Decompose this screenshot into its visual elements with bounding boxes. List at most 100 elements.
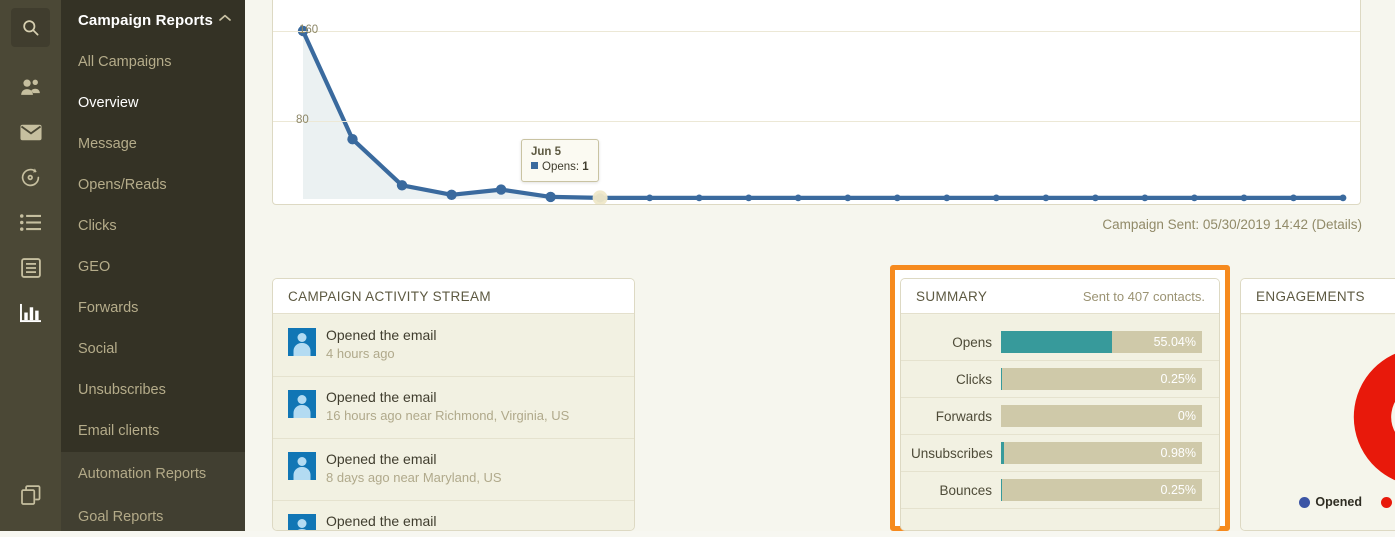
chevron-up-icon bbox=[219, 14, 231, 25]
sidebar-item-label: Opens/Reads bbox=[78, 176, 167, 193]
sidebar: Campaign Reports All Campaigns Overview … bbox=[61, 0, 245, 531]
avatar bbox=[288, 514, 316, 530]
summary-sent-note: Sent to 407 contacts. bbox=[1082, 288, 1205, 304]
sidebar-item-label: All Campaigns bbox=[78, 53, 172, 70]
summary-percent: 0.25% bbox=[1160, 372, 1196, 386]
summary-bar: 0.25% bbox=[1001, 368, 1202, 390]
summary-bar: 0% bbox=[1001, 405, 1202, 427]
summary-rows: Opens 55.04% Clicks 0.25% Forwards 0% Un… bbox=[901, 315, 1219, 530]
automation-icon-button[interactable] bbox=[11, 158, 50, 197]
sidebar-item-clicks[interactable]: Clicks bbox=[61, 205, 245, 246]
summary-percent: 55.04% bbox=[1153, 335, 1196, 349]
copy-icon-button[interactable] bbox=[11, 475, 50, 514]
sidebar-item-all-campaigns[interactable]: All Campaigns bbox=[61, 41, 245, 82]
summary-fill bbox=[1001, 331, 1112, 353]
search-icon-button[interactable] bbox=[11, 8, 50, 47]
bar-chart-icon-button[interactable] bbox=[11, 293, 50, 332]
contacts-icon-button[interactable] bbox=[11, 68, 50, 107]
engagements-panel-header: ENGAGEMENTS bbox=[1241, 279, 1395, 314]
tooltip-value: 1 bbox=[582, 161, 589, 173]
sidebar-item-label: GEO bbox=[78, 258, 111, 275]
activity-title: Opened the email bbox=[326, 389, 437, 405]
list-item[interactable]: Opened the email 16 hours ago near Richm… bbox=[273, 377, 634, 439]
summary-row-bounces[interactable]: Bounces 0.25% bbox=[901, 472, 1219, 509]
sidebar-item-overview[interactable]: Overview bbox=[61, 82, 245, 123]
tooltip-swatch-icon bbox=[531, 162, 538, 170]
legend-dot-unopened bbox=[1380, 496, 1392, 508]
copy-icon bbox=[20, 484, 41, 505]
sidebar-item-label: Clicks bbox=[78, 217, 117, 234]
summary-percent: 0.98% bbox=[1160, 446, 1196, 460]
summary-row-opens[interactable]: Opens 55.04% bbox=[901, 324, 1219, 361]
legend-item-opened[interactable]: Opened bbox=[1299, 495, 1362, 509]
summary-bar: 0.98% bbox=[1001, 442, 1202, 464]
sidebar-item-geo[interactable]: GEO bbox=[61, 246, 245, 287]
sidebar-item-label: Goal Reports bbox=[78, 508, 164, 525]
sidebar-item-forwards[interactable]: Forwards bbox=[61, 287, 245, 328]
engagements-panel: ENGAGEMENTS Opened Unopened bbox=[1240, 278, 1395, 531]
activity-list[interactable]: Opened the email 4 hours ago Opened the … bbox=[273, 315, 634, 530]
chart-tooltip: Jun 5 Opens: 1 bbox=[521, 139, 599, 182]
engagements-legend: Opened Unopened Bounced bbox=[1241, 495, 1395, 509]
search-icon bbox=[21, 18, 40, 37]
summary-fill bbox=[1001, 442, 1005, 464]
engagements-donut-chart[interactable] bbox=[1349, 343, 1395, 496]
icon-rail bbox=[0, 0, 61, 531]
opens-over-time-chart[interactable]: 160 80 Jun 5 Opens: 1 bbox=[273, 0, 1360, 204]
tooltip-series-label: Opens: bbox=[542, 161, 580, 173]
sidebar-item-label: Email clients bbox=[78, 422, 160, 439]
avatar bbox=[288, 328, 316, 356]
summary-label: Forwards bbox=[935, 408, 992, 424]
summary-percent: 0.25% bbox=[1160, 483, 1196, 497]
summary-panel: SUMMARY Sent to 407 contacts. Opens 55.0… bbox=[900, 278, 1220, 531]
sidebar-header-campaign-reports[interactable]: Campaign Reports bbox=[61, 0, 245, 41]
list-item[interactable]: Opened the email 8 days ago near Marylan… bbox=[273, 439, 634, 501]
sidebar-item-email-clients[interactable]: Email clients bbox=[61, 410, 245, 451]
list-item[interactable]: Opened the email 4 hours ago bbox=[273, 315, 634, 377]
sidebar-item-social[interactable]: Social bbox=[61, 328, 245, 369]
summary-row-clicks[interactable]: Clicks 0.25% bbox=[901, 361, 1219, 398]
bar-chart-icon bbox=[20, 303, 41, 323]
summary-label: Clicks bbox=[956, 371, 992, 387]
activity-title: Opened the email bbox=[326, 327, 437, 343]
engagements-panel-title: ENGAGEMENTS bbox=[1256, 288, 1365, 304]
activity-panel-title: CAMPAIGN ACTIVITY STREAM bbox=[288, 288, 491, 304]
activity-title: Opened the email bbox=[326, 451, 437, 467]
sidebar-item-message[interactable]: Message bbox=[61, 123, 245, 164]
summary-bar: 0.25% bbox=[1001, 479, 1202, 501]
sidebar-item-unsubscribes[interactable]: Unsubscribes bbox=[61, 369, 245, 410]
pages-icon-button[interactable] bbox=[11, 248, 50, 287]
summary-label: Bounces bbox=[939, 482, 992, 498]
legend-dot-opened bbox=[1299, 496, 1311, 508]
sidebar-item-label: Automation Reports bbox=[78, 465, 207, 482]
sidebar-item-label: Unsubscribes bbox=[78, 381, 166, 398]
sidebar-item-label: Social bbox=[78, 340, 118, 357]
legend-item-unopened[interactable]: Unopened bbox=[1380, 495, 1395, 509]
automation-icon bbox=[20, 167, 41, 188]
envelope-icon-button[interactable] bbox=[11, 113, 50, 152]
sidebar-header-label: Campaign Reports bbox=[78, 12, 213, 29]
summary-label: Unsubscribes bbox=[911, 445, 993, 461]
opens-over-time-chart-card: 160 80 Jun 5 Opens: 1 bbox=[272, 0, 1361, 205]
tooltip-row: Opens: 1 bbox=[531, 160, 589, 175]
list-icon-button[interactable] bbox=[11, 203, 50, 242]
activity-panel-header: CAMPAIGN ACTIVITY STREAM bbox=[273, 279, 634, 314]
pages-icon bbox=[20, 257, 41, 278]
sidebar-item-opens-reads[interactable]: Opens/Reads bbox=[61, 164, 245, 205]
summary-percent: 0% bbox=[1177, 409, 1196, 423]
donut-svg bbox=[1352, 351, 1395, 483]
summary-bar: 55.04% bbox=[1001, 331, 1202, 353]
main-content: 160 80 Jun 5 Opens: 1 Campaign Sent: 05/… bbox=[245, 0, 1395, 531]
campaign-sent-text[interactable]: Campaign Sent: 05/30/2019 14:42 (Details… bbox=[1102, 217, 1362, 232]
summary-panel-title: SUMMARY bbox=[916, 288, 988, 304]
envelope-icon bbox=[19, 124, 42, 141]
summary-row-forwards[interactable]: Forwards 0% bbox=[901, 398, 1219, 435]
list-item[interactable]: Opened the email bbox=[273, 501, 634, 530]
legend-label: Opened bbox=[1315, 495, 1362, 509]
avatar bbox=[288, 390, 316, 418]
sidebar-item-automation-reports[interactable]: Automation Reports bbox=[61, 453, 245, 494]
tooltip-title: Jun 5 bbox=[531, 146, 562, 158]
summary-row-unsubscribes[interactable]: Unsubscribes 0.98% bbox=[901, 435, 1219, 472]
summary-fill bbox=[1001, 368, 1002, 390]
activity-meta: 16 hours ago near Richmond, Virginia, US bbox=[326, 408, 570, 423]
